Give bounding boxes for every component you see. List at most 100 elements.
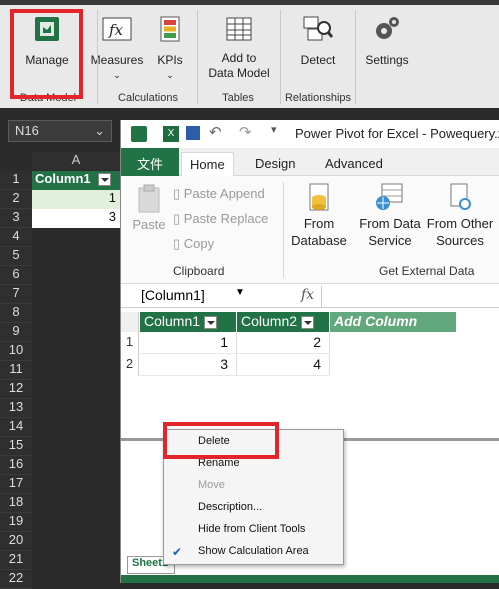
paste-button[interactable]: Paste	[129, 184, 169, 232]
svg-text:fx: fx	[108, 21, 124, 39]
paste-replace-button[interactable]: ▯ Paste Replace	[173, 211, 268, 227]
paste-append-label: Paste Append	[183, 186, 265, 201]
row-header[interactable]: 19	[0, 513, 32, 532]
cell-a3[interactable]: 3	[32, 209, 120, 228]
from-database-label: From Database	[291, 216, 347, 248]
column-header-column1[interactable]: Column1	[140, 312, 236, 332]
customize-icon[interactable]: ▾	[271, 123, 277, 136]
from-database-button[interactable]: From Database	[287, 182, 351, 249]
select-all-corner[interactable]	[121, 312, 139, 332]
row-header[interactable]: 9	[0, 323, 32, 342]
title-bar-strip	[0, 0, 499, 5]
row-header[interactable]: 3	[0, 209, 32, 228]
formula-input[interactable]	[321, 286, 499, 308]
menu-item-show-calculation-area[interactable]: ✔ Show Calculation Area	[164, 542, 343, 564]
grid-cell[interactable]: 4	[237, 354, 330, 376]
cell-a2[interactable]: 1	[32, 190, 120, 209]
undo-icon[interactable]: ↶	[209, 123, 222, 141]
row-header[interactable]: 22	[0, 570, 32, 589]
cell-value: 1	[220, 334, 228, 350]
tab-design[interactable]: Design	[247, 152, 303, 176]
menu-item-move[interactable]: Move	[164, 476, 343, 498]
name-box[interactable]: N16 ⌄	[8, 120, 112, 142]
row-header[interactable]: 12	[0, 380, 32, 399]
row-header[interactable]: 7	[0, 285, 32, 304]
tab-file-label: 文件	[136, 157, 163, 172]
row-number[interactable]: 1	[121, 332, 139, 354]
row-header[interactable]: 11	[0, 361, 32, 380]
from-other-sources-label: From Other Sources	[426, 216, 494, 248]
add-column-header[interactable]: Add Column	[330, 312, 456, 332]
kpis-label: KPIs	[157, 53, 183, 67]
row-header[interactable]: 1	[0, 171, 32, 190]
redo-icon[interactable]: ↷	[239, 123, 252, 141]
copy-label: Copy	[183, 236, 215, 251]
tab-home[interactable]: Home	[181, 152, 234, 176]
row-number[interactable]: 2	[121, 354, 139, 376]
detect-button[interactable]: Detect	[292, 14, 344, 68]
cell-value: 2	[313, 334, 321, 350]
copy-button[interactable]: ▯ Copy	[173, 236, 214, 252]
column-header-column2[interactable]: Column2	[237, 312, 329, 332]
excel-ribbon: Manage fx Measures ⌄ KPIs ⌄ Add to Data …	[0, 0, 499, 108]
filter-dropdown-icon[interactable]	[98, 173, 112, 187]
row-header[interactable]: 17	[0, 475, 32, 494]
row-header[interactable]: 10	[0, 342, 32, 361]
row-header[interactable]: 8	[0, 304, 32, 323]
row-header[interactable]: 4	[0, 228, 32, 247]
tab-advanced[interactable]: Advanced	[317, 152, 391, 176]
cell-value: 1	[108, 190, 116, 205]
chevron-down-icon: ▼	[235, 287, 245, 298]
filter-dropdown-icon[interactable]	[301, 315, 315, 329]
row-header[interactable]: 5	[0, 247, 32, 266]
column-name-box[interactable]: [Column1] ▼	[125, 287, 275, 307]
row-number-label: 2	[125, 356, 134, 371]
excel-icon[interactable]: X	[163, 126, 179, 142]
group-label-relationships: Relationships	[284, 92, 352, 104]
header-cell[interactable]: Column1	[32, 171, 120, 190]
kpis-button[interactable]: KPIs ⌄	[150, 14, 190, 83]
cell-value: 4	[313, 356, 321, 372]
row-header[interactable]: 18	[0, 494, 32, 513]
menu-item-description[interactable]: Description...	[164, 498, 343, 520]
row-header[interactable]: 20	[0, 532, 32, 551]
row-header[interactable]: 14	[0, 418, 32, 437]
power-pivot-ribbon: Paste ▯ Paste Append ▯ Paste Replace ▯ C…	[121, 176, 499, 284]
grid-cell[interactable]: 3	[140, 354, 237, 376]
row-header[interactable]: 16	[0, 456, 32, 475]
paste-append-button[interactable]: ▯ Paste Append	[173, 186, 265, 202]
paste-label: Paste	[132, 217, 166, 232]
from-data-service-button[interactable]: From Data Service	[355, 182, 425, 249]
bottom-bar	[121, 575, 499, 583]
row-header[interactable]: 2	[0, 190, 32, 209]
data-service-icon	[376, 183, 403, 210]
settings-label: Settings	[365, 53, 409, 67]
row-header[interactable]: 13	[0, 399, 32, 418]
grid-cell[interactable]: 1	[140, 332, 237, 354]
column-name-value: [Column1]	[141, 287, 205, 303]
save-icon[interactable]	[186, 126, 200, 140]
detect-icon	[303, 16, 334, 41]
add-to-data-model-button[interactable]: Add to Data Model	[204, 14, 274, 81]
description-label: Description...	[198, 501, 263, 513]
chevron-down-icon: ⌄	[94, 123, 105, 138]
row-header[interactable]: 15	[0, 437, 32, 456]
fx-icon[interactable]: fx	[301, 287, 314, 303]
column-header-a[interactable]: A	[32, 152, 120, 170]
row-header[interactable]: 6	[0, 266, 32, 285]
group-label-get-external-data: Get External Data	[379, 264, 475, 278]
grid-cell[interactable]: 2	[237, 332, 330, 354]
clipboard-icon	[138, 184, 160, 213]
kpi-icon	[160, 16, 180, 42]
power-pivot-logo-icon	[131, 126, 147, 142]
settings-button[interactable]: Settings	[362, 14, 412, 68]
tab-file[interactable]: 文件	[121, 148, 179, 176]
filter-dropdown-icon[interactable]	[204, 315, 218, 329]
divider	[280, 10, 281, 104]
divider	[355, 10, 356, 104]
menu-item-hide-from-client-tools[interactable]: Hide from Client Tools	[164, 520, 343, 542]
from-other-sources-button[interactable]: From Other Sources	[425, 182, 495, 249]
row-header[interactable]: 21	[0, 551, 32, 570]
fx-label: fx	[301, 287, 315, 303]
delete-highlight	[163, 422, 279, 459]
